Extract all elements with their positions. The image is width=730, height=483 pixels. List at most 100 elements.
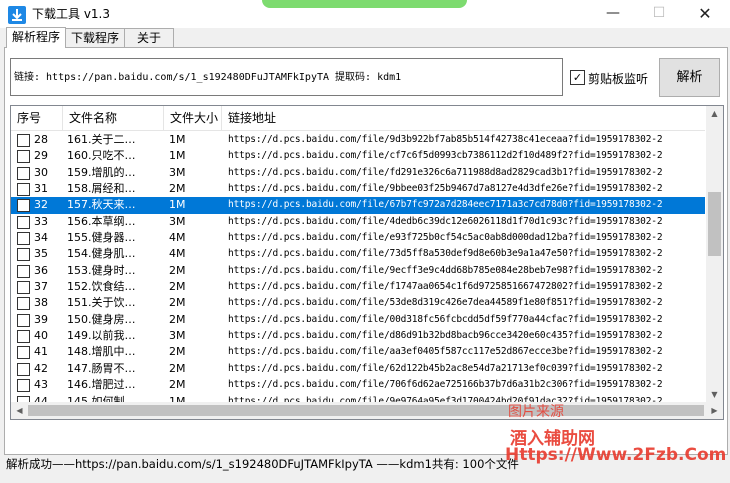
table-row[interactable]: 37 152.饮食结… 2M https://d.pcs.baidu.com/file… bbox=[11, 279, 705, 295]
row-link-url: https://d.pcs.baidu.com/file/e93f725b0cf… bbox=[228, 232, 663, 244]
column-header-url[interactable]: 链接地址 bbox=[222, 106, 705, 130]
row-file-size: 2M bbox=[169, 361, 186, 375]
column-header-no[interactable]: 序号 bbox=[11, 106, 63, 130]
table-row[interactable]: 39 150.健身房… 2M https://d.pcs.baidu.com/file… bbox=[11, 312, 705, 328]
row-file-size: 2M bbox=[169, 280, 186, 294]
list-header: 序号 文件名称 文件大小 链接地址 bbox=[11, 106, 705, 131]
row-number: 39 bbox=[34, 312, 48, 326]
row-file-size: 1M bbox=[169, 149, 186, 163]
scroll-left-icon[interactable]: ◀ bbox=[11, 402, 28, 419]
row-link-url: https://d.pcs.baidu.com/file/00d318fc56f… bbox=[228, 313, 663, 325]
row-file-name: 153.健身时… bbox=[67, 263, 136, 277]
row-checkbox[interactable] bbox=[17, 313, 30, 327]
row-checkbox[interactable] bbox=[17, 248, 30, 262]
table-row[interactable]: 43 146.增肥过… 2M https://d.pcs.baidu.com/file… bbox=[11, 377, 705, 393]
column-header-name[interactable]: 文件名称 bbox=[63, 106, 164, 130]
scroll-down-icon[interactable]: ▼ bbox=[706, 387, 723, 403]
scroll-up-icon[interactable]: ▲ bbox=[706, 106, 723, 122]
vertical-scrollbar[interactable]: ▲ ▼ bbox=[706, 106, 723, 403]
row-checkbox[interactable] bbox=[17, 232, 30, 246]
horizontal-scrollbar[interactable]: ◀ ▶ bbox=[11, 402, 723, 419]
table-row[interactable]: 42 147.肠胃不… 2M https://d.pcs.baidu.com/file… bbox=[11, 361, 705, 377]
row-checkbox[interactable] bbox=[17, 281, 30, 295]
row-link-url: https://d.pcs.baidu.com/file/f1747aa0654… bbox=[228, 281, 663, 293]
horizontal-scroll-thumb[interactable] bbox=[28, 405, 704, 416]
row-number: 40 bbox=[34, 329, 48, 343]
row-file-size: 2M bbox=[169, 296, 186, 310]
row-file-size: 1M bbox=[169, 133, 186, 146]
table-row[interactable]: 40 149.以前我… 3M https://d.pcs.baidu.com/file… bbox=[11, 328, 705, 344]
row-number: 29 bbox=[34, 149, 48, 163]
row-checkbox[interactable] bbox=[17, 362, 30, 376]
row-link-url: https://d.pcs.baidu.com/file/62d122b45b2… bbox=[228, 362, 663, 374]
row-number: 41 bbox=[34, 345, 48, 359]
row-link-url: https://d.pcs.baidu.com/file/fd291e326c6… bbox=[228, 166, 663, 178]
table-row[interactable]: 32 157.秋天来… 1M https://d.pcs.baidu.com/file… bbox=[11, 197, 705, 214]
row-number: 33 bbox=[34, 214, 48, 228]
row-link-url: https://d.pcs.baidu.com/file/9bbee03f25b… bbox=[228, 183, 663, 195]
table-row[interactable]: 33 156.本草纲… 3M https://d.pcs.baidu.com/file… bbox=[11, 214, 705, 230]
table-row[interactable]: 41 148.增肌中… 2M https://d.pcs.baidu.com/file… bbox=[11, 344, 705, 360]
download-app-icon bbox=[8, 6, 26, 24]
table-row[interactable]: 30 159.增肌的… 3M https://d.pcs.baidu.com/file… bbox=[11, 165, 705, 181]
row-link-url: https://d.pcs.baidu.com/file/53de8d319c4… bbox=[228, 297, 663, 309]
list-rows: 28 161.关于二… 1M https://d.pcs.baidu.com/file… bbox=[11, 132, 705, 419]
scroll-right-icon[interactable]: ▶ bbox=[706, 402, 723, 419]
row-file-name: 157.秋天来… bbox=[67, 198, 136, 212]
row-number: 36 bbox=[34, 263, 48, 277]
row-file-name: 147.肠胃不… bbox=[67, 361, 136, 375]
row-checkbox[interactable] bbox=[17, 264, 30, 278]
row-checkbox[interactable] bbox=[17, 330, 30, 344]
row-file-size: 3M bbox=[169, 329, 186, 343]
row-number: 43 bbox=[34, 378, 48, 392]
row-link-url: https://d.pcs.baidu.com/file/4dedb6c39dc… bbox=[228, 215, 663, 227]
file-list[interactable]: 序号 文件名称 文件大小 链接地址 28 161.关于二… 1M https://d.… bbox=[10, 105, 724, 420]
row-checkbox[interactable] bbox=[17, 150, 30, 164]
row-number: 30 bbox=[34, 165, 48, 179]
watermark-source: 图片来源 bbox=[508, 404, 564, 420]
row-file-size: 2M bbox=[169, 312, 186, 326]
title-bar: 下载工具 v1.3 — ☐ ✕ bbox=[0, 0, 730, 28]
table-row[interactable]: 31 158.屑经和… 2M https://d.pcs.baidu.com/file… bbox=[11, 181, 705, 197]
row-checkbox[interactable] bbox=[17, 166, 30, 180]
row-file-size: 1M bbox=[169, 198, 186, 212]
tab-parse[interactable]: 解析程序 bbox=[6, 27, 66, 48]
row-checkbox[interactable] bbox=[17, 215, 30, 229]
row-link-url: https://d.pcs.baidu.com/file/d86d91b32bd… bbox=[228, 330, 663, 342]
clipboard-monitor-checkbox[interactable]: ✓ bbox=[570, 70, 585, 85]
table-row[interactable]: 36 153.健身时… 2M https://d.pcs.baidu.com/file… bbox=[11, 263, 705, 279]
table-row[interactable]: 35 154.健身肌… 4M https://d.pcs.baidu.com/file… bbox=[11, 246, 705, 262]
row-file-name: 161.关于二… bbox=[67, 133, 136, 146]
row-link-url: https://d.pcs.baidu.com/file/9d3b922bf7a… bbox=[228, 134, 663, 145]
row-checkbox[interactable] bbox=[17, 134, 30, 147]
row-file-size: 4M bbox=[169, 247, 186, 261]
window-title: 下载工具 v1.3 bbox=[32, 7, 111, 21]
tab-about[interactable]: 关于 bbox=[124, 28, 174, 47]
column-header-size[interactable]: 文件大小 bbox=[164, 106, 222, 130]
window-decoration bbox=[262, 0, 467, 8]
row-checkbox[interactable] bbox=[17, 379, 30, 393]
row-checkbox[interactable] bbox=[17, 346, 30, 360]
row-number: 35 bbox=[34, 247, 48, 261]
close-icon[interactable]: ✕ bbox=[682, 0, 728, 28]
row-checkbox[interactable] bbox=[17, 183, 30, 197]
minimize-icon[interactable]: — bbox=[590, 0, 636, 28]
row-file-size: 4M bbox=[169, 231, 186, 245]
tab-download[interactable]: 下载程序 bbox=[65, 28, 125, 47]
row-checkbox[interactable] bbox=[17, 297, 30, 311]
row-link-url: https://d.pcs.baidu.com/file/cf7c6f5d099… bbox=[228, 150, 663, 162]
parse-button[interactable]: 解析 bbox=[659, 58, 720, 97]
row-file-name: 159.增肌的… bbox=[67, 165, 136, 179]
table-row[interactable]: 28 161.关于二… 1M https://d.pcs.baidu.com/file… bbox=[11, 132, 705, 148]
row-link-url: https://d.pcs.baidu.com/file/706f6d62ae7… bbox=[228, 379, 663, 391]
row-file-size: 2M bbox=[169, 378, 186, 392]
vertical-scroll-thumb[interactable] bbox=[708, 192, 721, 256]
table-row[interactable]: 38 151.关于饮… 2M https://d.pcs.baidu.com/file… bbox=[11, 295, 705, 311]
row-number: 34 bbox=[34, 231, 48, 245]
table-row[interactable]: 29 160.只吃不… 1M https://d.pcs.baidu.com/file… bbox=[11, 148, 705, 164]
link-input[interactable]: 链接: https://pan.baidu.com/s/1_s192480DFu… bbox=[10, 58, 563, 96]
maximize-icon[interactable]: ☐ bbox=[636, 0, 682, 28]
table-row[interactable]: 34 155.健身器… 4M https://d.pcs.baidu.com/file… bbox=[11, 230, 705, 246]
row-checkbox[interactable] bbox=[17, 199, 30, 213]
status-text: 解析成功——https://pan.baidu.com/s/1_s192480D… bbox=[6, 457, 519, 471]
